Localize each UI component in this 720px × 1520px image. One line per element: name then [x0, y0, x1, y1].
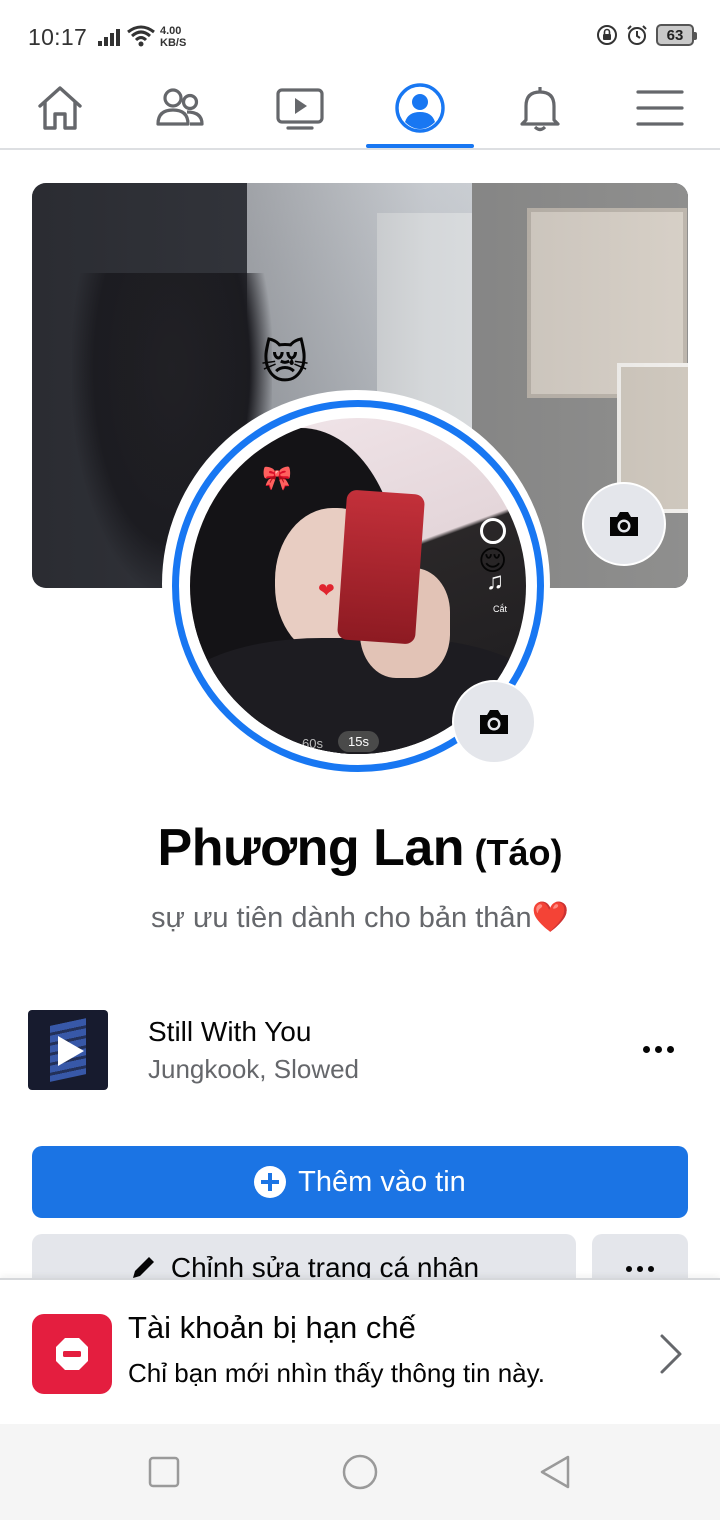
network-speed-unit: KB/S	[160, 37, 187, 49]
restricted-message: Chỉ bạn mới nhìn thấy thông tin này.	[128, 1358, 545, 1388]
profile-music-row[interactable]: Still With You Jungkook, Slowed	[28, 1008, 692, 1092]
wifi-icon	[127, 25, 155, 47]
more-dot	[666, 1045, 674, 1053]
music-title: Still With You	[148, 1016, 312, 1047]
duration-60s-label: 60s	[302, 736, 323, 751]
more-dot	[648, 1266, 654, 1272]
menu-icon	[636, 90, 684, 126]
music-note-icon: ♫	[486, 568, 504, 595]
music-album-art[interactable]	[28, 1010, 108, 1090]
edit-avatar-camera-button[interactable]	[452, 680, 536, 764]
status-bar: 10:17 4.00 KB/S 63	[0, 0, 720, 66]
profile-alternate-name: (Táo)	[474, 832, 563, 873]
camera-icon	[610, 512, 638, 536]
network-speed-value: 4.00	[160, 25, 182, 37]
profile-icon	[395, 83, 445, 133]
nav-watch[interactable]	[246, 66, 354, 150]
chevron-right-icon[interactable]	[658, 1332, 684, 1376]
no-entry-icon	[56, 1338, 88, 1370]
signal-icon	[98, 29, 120, 46]
cut-label: Cắt	[493, 604, 508, 614]
friends-icon	[156, 88, 204, 126]
add-to-story-button[interactable]: Thêm vào tin	[32, 1146, 688, 1218]
timer-icon	[480, 518, 506, 544]
restricted-title: Tài khoản bị hạn chế	[128, 1310, 416, 1345]
alarm-icon	[627, 25, 647, 45]
watch-icon	[276, 88, 324, 130]
notifications-icon	[520, 87, 560, 132]
top-nav	[0, 66, 720, 150]
profile-name-main: Phương Lan	[157, 819, 465, 877]
recents-square-icon[interactable]	[144, 1452, 184, 1492]
nav-notifications[interactable]	[486, 66, 594, 150]
rotation-lock-icon	[597, 25, 617, 45]
profile-name: Phương Lan (Táo)	[0, 818, 720, 878]
plus-circle-icon	[254, 1166, 287, 1198]
camera-icon	[480, 710, 508, 734]
profile-bio-text: sự ưu tiên dành cho bản thân	[150, 902, 532, 934]
more-dot	[626, 1266, 632, 1272]
battery-icon: 63	[656, 24, 697, 46]
restricted-icon	[32, 1314, 112, 1394]
music-more-button[interactable]	[638, 1034, 678, 1064]
more-dot	[637, 1266, 643, 1272]
duration-15s-label: 15s	[338, 731, 379, 752]
nav-friends[interactable]	[126, 66, 234, 150]
more-dot	[642, 1045, 650, 1053]
edit-cover-camera-button[interactable]	[582, 482, 666, 566]
status-time: 10:17	[28, 24, 88, 50]
heart-sticker-icon: ❤	[318, 580, 335, 602]
network-speed: 4.00 KB/S	[160, 25, 186, 49]
profile-bio: sự ưu tiên dành cho bản thân❤️	[0, 900, 720, 935]
play-icon	[58, 1036, 84, 1066]
bow-sticker-icon: 🎀	[262, 465, 292, 492]
nav-home[interactable]	[6, 66, 114, 150]
music-artist: Jungkook, Slowed	[148, 1054, 360, 1084]
more-dot	[654, 1045, 662, 1053]
active-tab-indicator	[366, 144, 474, 148]
back-triangle-icon[interactable]	[536, 1452, 576, 1492]
add-to-story-label: Thêm vào tin	[298, 1165, 466, 1198]
android-nav-bar	[0, 1424, 720, 1520]
home-icon	[38, 86, 82, 130]
bio-heart-emoji: ❤️	[531, 901, 569, 934]
nav-menu[interactable]	[606, 66, 714, 150]
cover-emoji-sticker: 😿	[261, 336, 309, 388]
avatar-scene-phone	[336, 489, 426, 645]
restricted-account-banner[interactable]: Tài khoản bị hạn chế Chỉ bạn mới nhìn th…	[0, 1278, 720, 1424]
nav-profile[interactable]	[366, 66, 474, 150]
home-circle-icon[interactable]	[340, 1452, 380, 1492]
status-right-icons: 63	[596, 24, 697, 46]
